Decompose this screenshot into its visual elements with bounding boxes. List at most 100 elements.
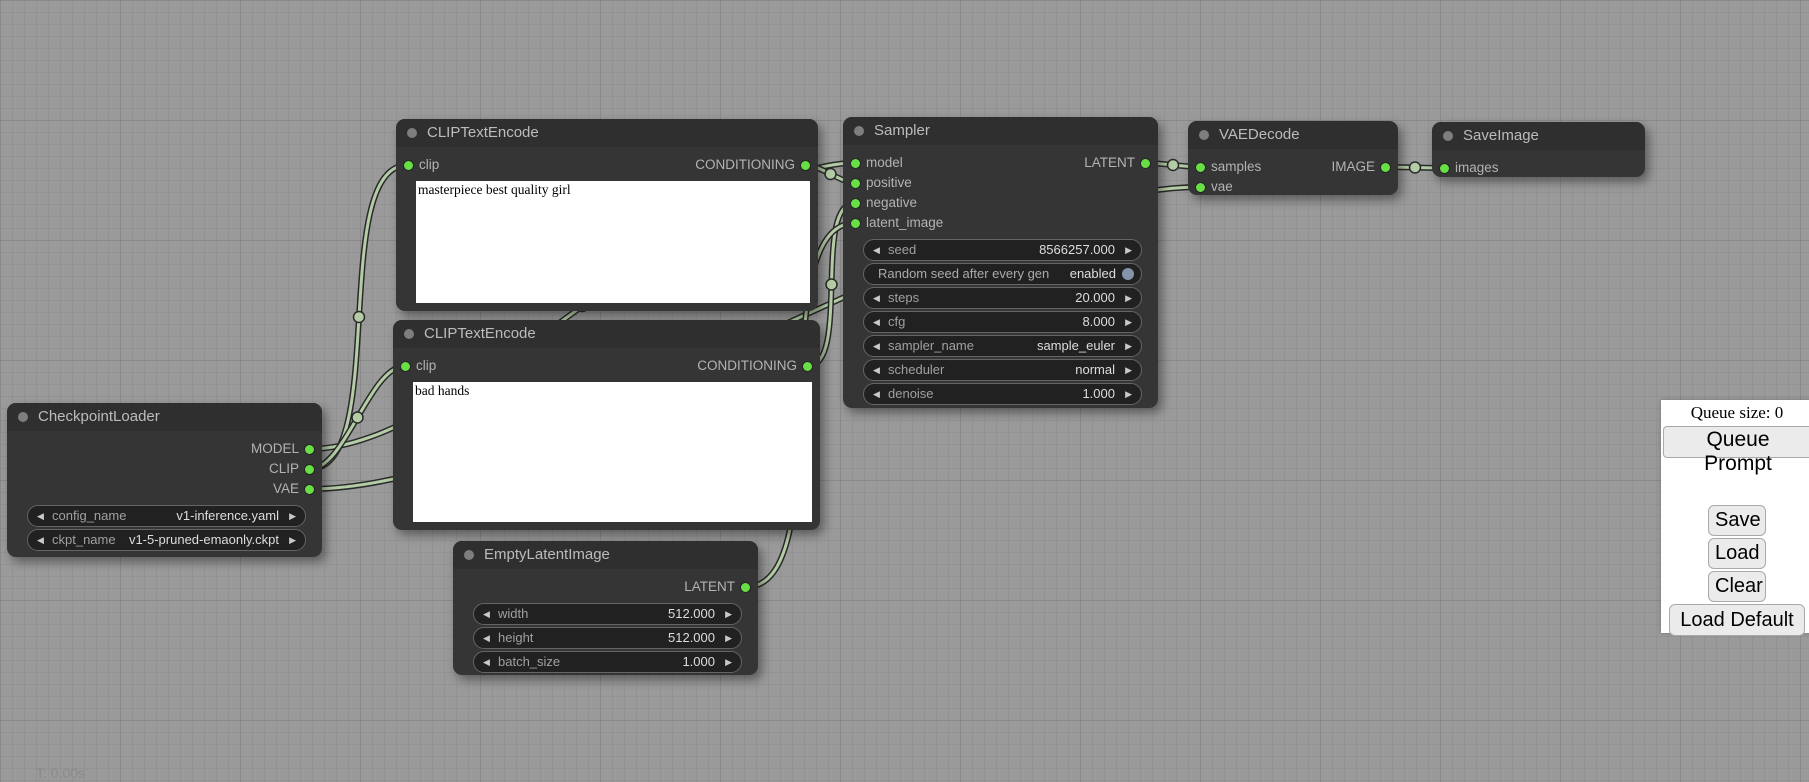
increment-arrow-icon[interactable]: ▶ <box>725 652 732 672</box>
link-midpoint-dot[interactable] <box>1410 162 1421 173</box>
node-CLIPTextEncode[interactable]: CLIPTextEncode clip CONDITIONING masterp… <box>396 119 818 311</box>
collapse-dot-icon[interactable] <box>404 329 414 339</box>
node-EmptyLatentImage[interactable]: EmptyLatentImage LATENT ◀ width 512.000 … <box>453 541 758 675</box>
input-connector-icon[interactable] <box>1196 163 1205 172</box>
widget-label: config_name <box>52 506 126 526</box>
output-slot-CONDITIONING: CONDITIONING <box>695 155 818 175</box>
input-connector-icon[interactable] <box>851 199 860 208</box>
queue-prompt-button[interactable]: Queue Prompt <box>1663 426 1809 458</box>
output-connector-icon[interactable] <box>803 362 812 371</box>
toggle-dot-icon[interactable] <box>1122 268 1134 280</box>
input-connector-icon[interactable] <box>401 362 410 371</box>
number-widget-ckpt_name[interactable]: ◀ ckpt_name v1-5-pruned-emaonly.ckpt ▶ <box>27 529 306 551</box>
widget-value: v1-inference.yaml <box>176 506 279 526</box>
node-SaveImage[interactable]: SaveImage images <box>1432 122 1645 177</box>
collapse-dot-icon[interactable] <box>1443 131 1453 141</box>
increment-arrow-icon[interactable]: ▶ <box>725 604 732 624</box>
output-connector-icon[interactable] <box>1141 159 1150 168</box>
widget-label: sampler_name <box>888 336 974 356</box>
load-default-button[interactable]: Load Default <box>1669 604 1805 636</box>
node-VAEDecode[interactable]: VAEDecode samples vae IMAGE <box>1188 121 1398 195</box>
output-connector-icon[interactable] <box>1381 163 1390 172</box>
increment-arrow-icon[interactable]: ▶ <box>289 530 296 550</box>
decrement-arrow-icon[interactable]: ◀ <box>483 652 490 672</box>
increment-arrow-icon[interactable]: ▶ <box>289 506 296 526</box>
input-label: model <box>866 155 903 170</box>
output-connector-icon[interactable] <box>305 445 314 454</box>
output-connector-icon[interactable] <box>801 161 810 170</box>
node-title-bar[interactable]: Sampler <box>843 117 1158 145</box>
collapse-dot-icon[interactable] <box>854 126 864 136</box>
collapse-dot-icon[interactable] <box>1199 130 1209 140</box>
increment-arrow-icon[interactable]: ▶ <box>1125 360 1132 380</box>
node-title-bar[interactable]: SaveImage <box>1432 122 1645 150</box>
node-CheckpointLoader[interactable]: CheckpointLoader MODEL CLIP VAE ◀ config… <box>7 403 322 557</box>
input-connector-icon[interactable] <box>851 179 860 188</box>
input-connector-icon[interactable] <box>851 159 860 168</box>
decrement-arrow-icon[interactable]: ◀ <box>37 506 44 526</box>
node-title-bar[interactable]: CLIPTextEncode <box>393 320 820 348</box>
decrement-arrow-icon[interactable]: ◀ <box>37 530 44 550</box>
save-button[interactable]: Save <box>1708 505 1766 536</box>
decrement-arrow-icon[interactable]: ◀ <box>873 336 880 356</box>
output-connector-icon[interactable] <box>305 465 314 474</box>
input-connector-icon[interactable] <box>851 219 860 228</box>
increment-arrow-icon[interactable]: ▶ <box>1125 240 1132 260</box>
input-slot-clip: clip <box>396 155 439 175</box>
widget-value: 1.000 <box>682 652 715 672</box>
increment-arrow-icon[interactable]: ▶ <box>1125 336 1132 356</box>
decrement-arrow-icon[interactable]: ◀ <box>873 288 880 308</box>
node-title-bar[interactable]: VAEDecode <box>1188 121 1398 149</box>
input-label: clip <box>416 358 436 373</box>
number-widget-cfg[interactable]: ◀ cfg 8.000 ▶ <box>863 311 1142 333</box>
increment-arrow-icon[interactable]: ▶ <box>1125 312 1132 332</box>
number-widget-scheduler[interactable]: ◀ scheduler normal ▶ <box>863 359 1142 381</box>
link-midpoint-dot[interactable] <box>1168 160 1179 171</box>
input-connector-icon[interactable] <box>404 161 413 170</box>
increment-arrow-icon[interactable]: ▶ <box>725 628 732 648</box>
number-widget-denoise[interactable]: ◀ denoise 1.000 ▶ <box>863 383 1142 405</box>
input-label: latent_image <box>866 215 943 230</box>
number-widget-sampler_name[interactable]: ◀ sampler_name sample_euler ▶ <box>863 335 1142 357</box>
clear-button[interactable]: Clear <box>1708 571 1766 602</box>
number-widget-steps[interactable]: ◀ steps 20.000 ▶ <box>863 287 1142 309</box>
increment-arrow-icon[interactable]: ▶ <box>1125 288 1132 308</box>
number-widget-height[interactable]: ◀ height 512.000 ▶ <box>473 627 742 649</box>
prompt-textarea[interactable]: masterpiece best quality girl <box>416 181 810 303</box>
output-connector-icon[interactable] <box>741 583 750 592</box>
link-midpoint-dot[interactable] <box>826 279 837 290</box>
load-button[interactable]: Load <box>1708 538 1766 569</box>
decrement-arrow-icon[interactable]: ◀ <box>483 628 490 648</box>
number-widget-seed[interactable]: ◀ seed 8566257.000 ▶ <box>863 239 1142 261</box>
decrement-arrow-icon[interactable]: ◀ <box>873 240 880 260</box>
number-widget-batch_size[interactable]: ◀ batch_size 1.000 ▶ <box>473 651 742 673</box>
input-connector-icon[interactable] <box>1196 183 1205 192</box>
queue-menu: Queue size: 0 Queue Prompt Save Load Cle… <box>1661 400 1809 633</box>
link-midpoint-dot[interactable] <box>352 412 363 423</box>
link-midpoint-dot[interactable] <box>825 169 836 180</box>
collapse-dot-icon[interactable] <box>407 128 417 138</box>
number-widget-width[interactable]: ◀ width 512.000 ▶ <box>473 603 742 625</box>
collapse-dot-icon[interactable] <box>18 412 28 422</box>
node-title-bar[interactable]: EmptyLatentImage <box>453 541 758 569</box>
node-title-bar[interactable]: CheckpointLoader <box>7 403 322 431</box>
comfyui-canvas[interactable]: { "canvas": { "status_text": "T: 0.00s" … <box>0 0 1809 782</box>
input-connector-icon[interactable] <box>1440 164 1449 173</box>
decrement-arrow-icon[interactable]: ◀ <box>873 384 880 404</box>
node-Sampler[interactable]: Sampler model positive negative latent_i… <box>843 117 1158 408</box>
node-title: CLIPTextEncode <box>427 119 539 147</box>
node-title-bar[interactable]: CLIPTextEncode <box>396 119 818 147</box>
increment-arrow-icon[interactable]: ▶ <box>1125 384 1132 404</box>
decrement-arrow-icon[interactable]: ◀ <box>483 604 490 624</box>
node-CLIPTextEncode[interactable]: CLIPTextEncode clip CONDITIONING bad han… <box>393 320 820 530</box>
number-widget-config_name[interactable]: ◀ config_name v1-inference.yaml ▶ <box>27 505 306 527</box>
toggle-widget-Random seed after every gen[interactable]: Random seed after every gen enabled <box>863 263 1142 285</box>
prompt-textarea[interactable]: bad hands <box>413 382 812 522</box>
output-slot-MODEL: MODEL <box>251 439 322 459</box>
decrement-arrow-icon[interactable]: ◀ <box>873 360 880 380</box>
collapse-dot-icon[interactable] <box>464 550 474 560</box>
decrement-arrow-icon[interactable]: ◀ <box>873 312 880 332</box>
output-connector-icon[interactable] <box>305 485 314 494</box>
widget-label: Random seed after every gen <box>878 264 1049 284</box>
link-midpoint-dot[interactable] <box>354 312 365 323</box>
